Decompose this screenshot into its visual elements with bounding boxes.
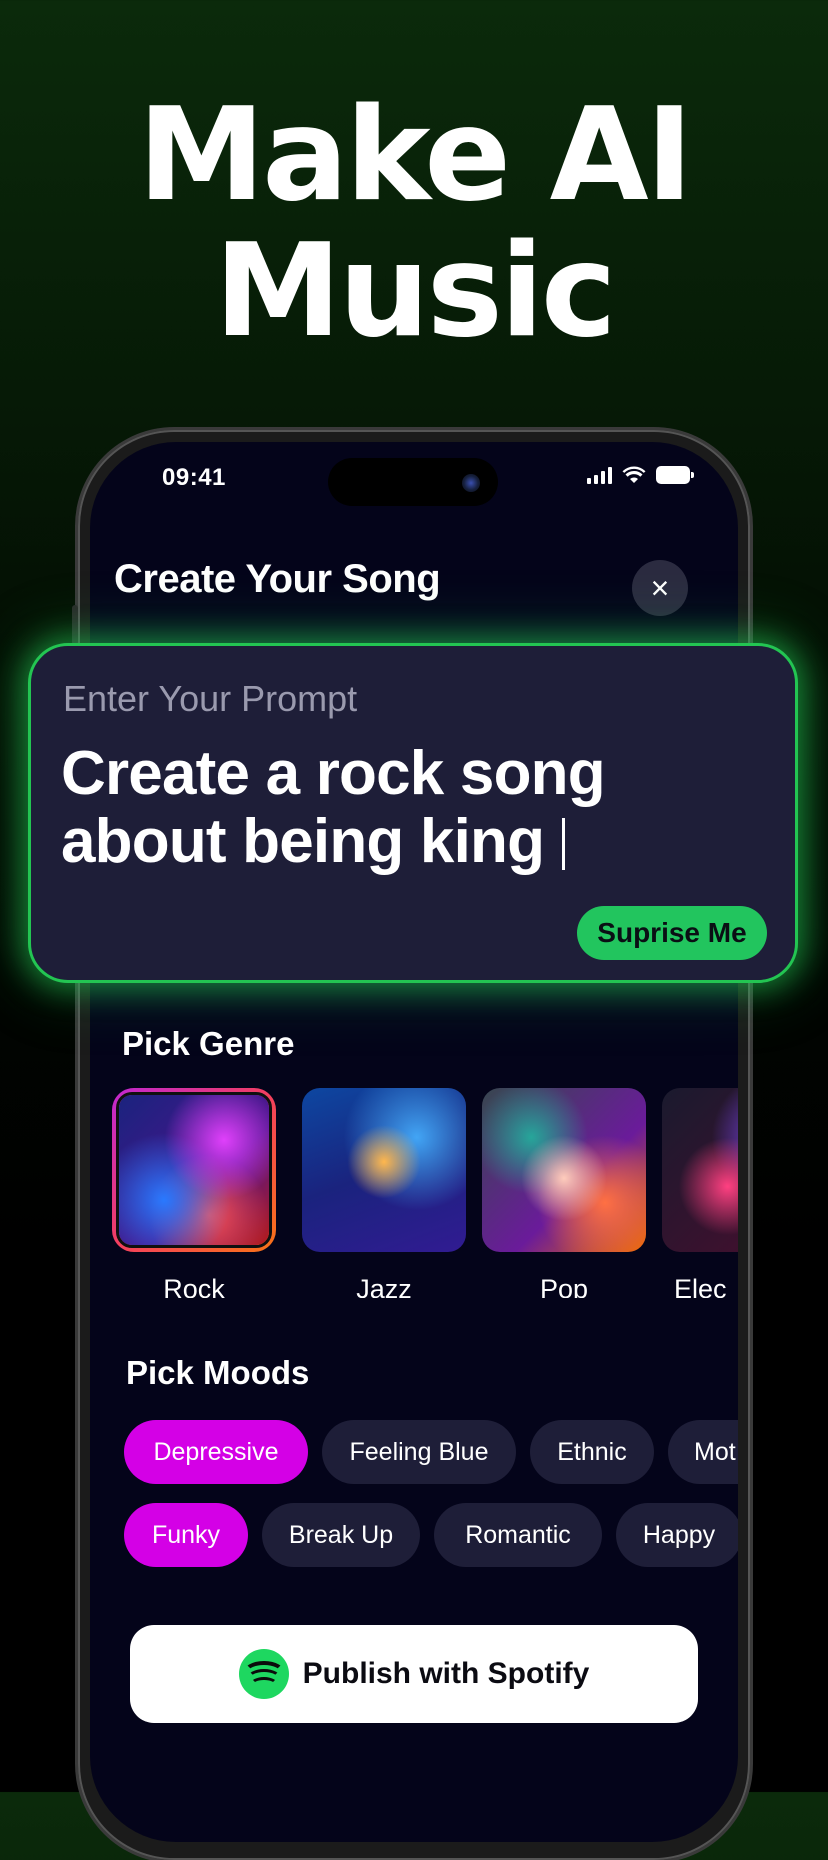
status-time: 09:41: [162, 464, 226, 491]
mood-chip[interactable]: Funky: [124, 1503, 248, 1567]
surprise-me-button[interactable]: Suprise Me: [577, 906, 767, 960]
genre-jazz-thumbnail: [302, 1088, 466, 1252]
mood-chip[interactable]: Happy: [616, 1503, 738, 1567]
text-caret: [562, 818, 566, 870]
page-title: Create Your Song: [114, 557, 441, 601]
moods-row-1: Depressive Feeling Blue Ethnic Mot: [124, 1420, 738, 1490]
genre-rock-thumbnail: [112, 1088, 276, 1252]
status-icons: [587, 466, 694, 484]
mood-chip[interactable]: Ethnic: [530, 1420, 654, 1484]
genre-jazz[interactable]: Jazz: [302, 1088, 466, 1298]
dynamic-island: [328, 458, 498, 506]
headline-line-1: Make AI: [137, 81, 694, 230]
phone-side-button: [72, 605, 78, 645]
wifi-icon: [622, 466, 646, 483]
headline-line-2: Music: [214, 217, 616, 366]
prompt-card[interactable]: Enter Your Prompt Create a rock song abo…: [28, 643, 798, 983]
moods-row-2: Funky Break Up Romantic Happy: [124, 1503, 738, 1573]
genre-electronic-thumbnail: [662, 1088, 738, 1252]
publish-label: Publish with Spotify: [302, 1657, 590, 1690]
prompt-input[interactable]: Create a rock song about being king: [61, 740, 781, 876]
headline: Make AI Music: [0, 88, 828, 360]
close-button[interactable]: ×: [632, 560, 688, 616]
prompt-input-value: Create a rock song about being king: [61, 739, 606, 876]
mood-chip[interactable]: Depressive: [124, 1420, 308, 1484]
genre-label: Elec: [674, 1274, 727, 1298]
mood-chip[interactable]: Feeling Blue: [322, 1420, 516, 1484]
mood-chip[interactable]: Romantic: [434, 1503, 602, 1567]
publish-spotify-button[interactable]: Publish with Spotify: [130, 1625, 698, 1723]
genre-pop[interactable]: Pop: [482, 1088, 646, 1298]
signal-icon: [587, 466, 612, 484]
genre-label: Jazz: [356, 1274, 412, 1298]
genre-pop-thumbnail: [482, 1088, 646, 1252]
battery-icon: [656, 466, 694, 484]
close-icon: ×: [650, 569, 670, 606]
genre-electronic[interactable]: Elec: [662, 1088, 738, 1298]
genre-label: Rock: [163, 1274, 225, 1298]
genre-label: Pop: [539, 1274, 589, 1298]
spotify-icon: [238, 1649, 289, 1699]
camera-icon: [462, 474, 480, 492]
mood-chip[interactable]: Mot: [668, 1420, 738, 1484]
pick-genre-title: Pick Genre: [122, 1025, 295, 1062]
genre-rock[interactable]: Rock: [112, 1088, 276, 1298]
pick-moods-title: Pick Moods: [126, 1354, 310, 1391]
prompt-label: Enter Your Prompt: [63, 678, 358, 719]
mood-chip[interactable]: Break Up: [262, 1503, 420, 1567]
genre-carousel[interactable]: Rock Jazz Pop Elec: [110, 1088, 738, 1298]
